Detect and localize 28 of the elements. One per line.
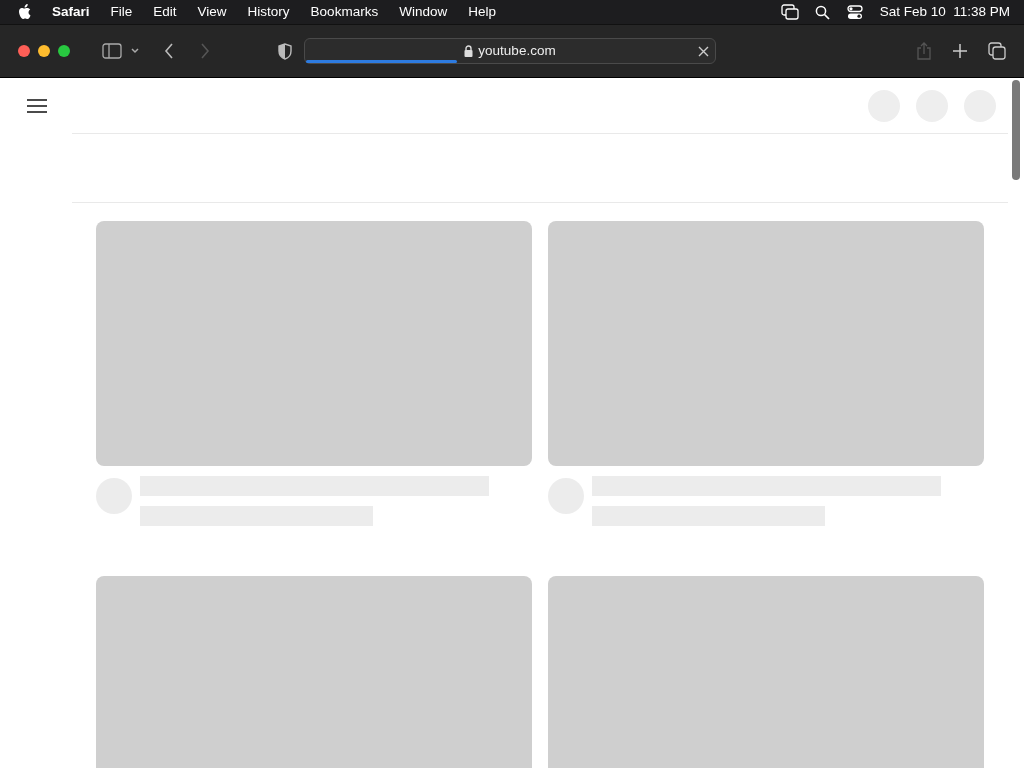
clock: Sat Feb 10 11:38 PM bbox=[879, 2, 1010, 21]
shield-icon[interactable] bbox=[278, 42, 292, 60]
scrollbar-thumb[interactable] bbox=[1012, 80, 1020, 180]
menu-item[interactable]: File bbox=[110, 1, 133, 23]
lock-icon bbox=[464, 45, 474, 57]
clear-icon[interactable] bbox=[698, 46, 709, 57]
menu-item[interactable]: Help bbox=[468, 1, 496, 23]
control-center-icon[interactable] bbox=[846, 4, 863, 20]
url-text: youtube.com bbox=[478, 41, 556, 60]
menu-icon[interactable] bbox=[27, 98, 47, 113]
plus-icon[interactable] bbox=[952, 43, 968, 59]
menu-item[interactable]: Edit bbox=[153, 1, 177, 23]
windows-icon[interactable] bbox=[780, 4, 799, 20]
menu-item[interactable]: View bbox=[197, 1, 227, 23]
address-bar[interactable]: youtube.com bbox=[304, 38, 716, 64]
chevron-down-icon[interactable] bbox=[130, 47, 140, 55]
minimize-button[interactable] bbox=[38, 45, 50, 57]
zoom-button[interactable] bbox=[58, 45, 70, 57]
tabs-icon[interactable] bbox=[988, 42, 1006, 60]
apple-icon[interactable] bbox=[18, 4, 32, 20]
menu-item[interactable]: History bbox=[247, 1, 290, 23]
close-button[interactable] bbox=[18, 45, 30, 57]
sidebar-icon[interactable] bbox=[102, 43, 122, 59]
menu-item[interactable]: Window bbox=[399, 1, 448, 23]
app-menu[interactable]: Safari bbox=[52, 1, 90, 23]
search-icon[interactable] bbox=[814, 4, 830, 20]
back-icon[interactable] bbox=[164, 43, 174, 59]
menu-item[interactable]: Bookmarks bbox=[310, 1, 379, 23]
